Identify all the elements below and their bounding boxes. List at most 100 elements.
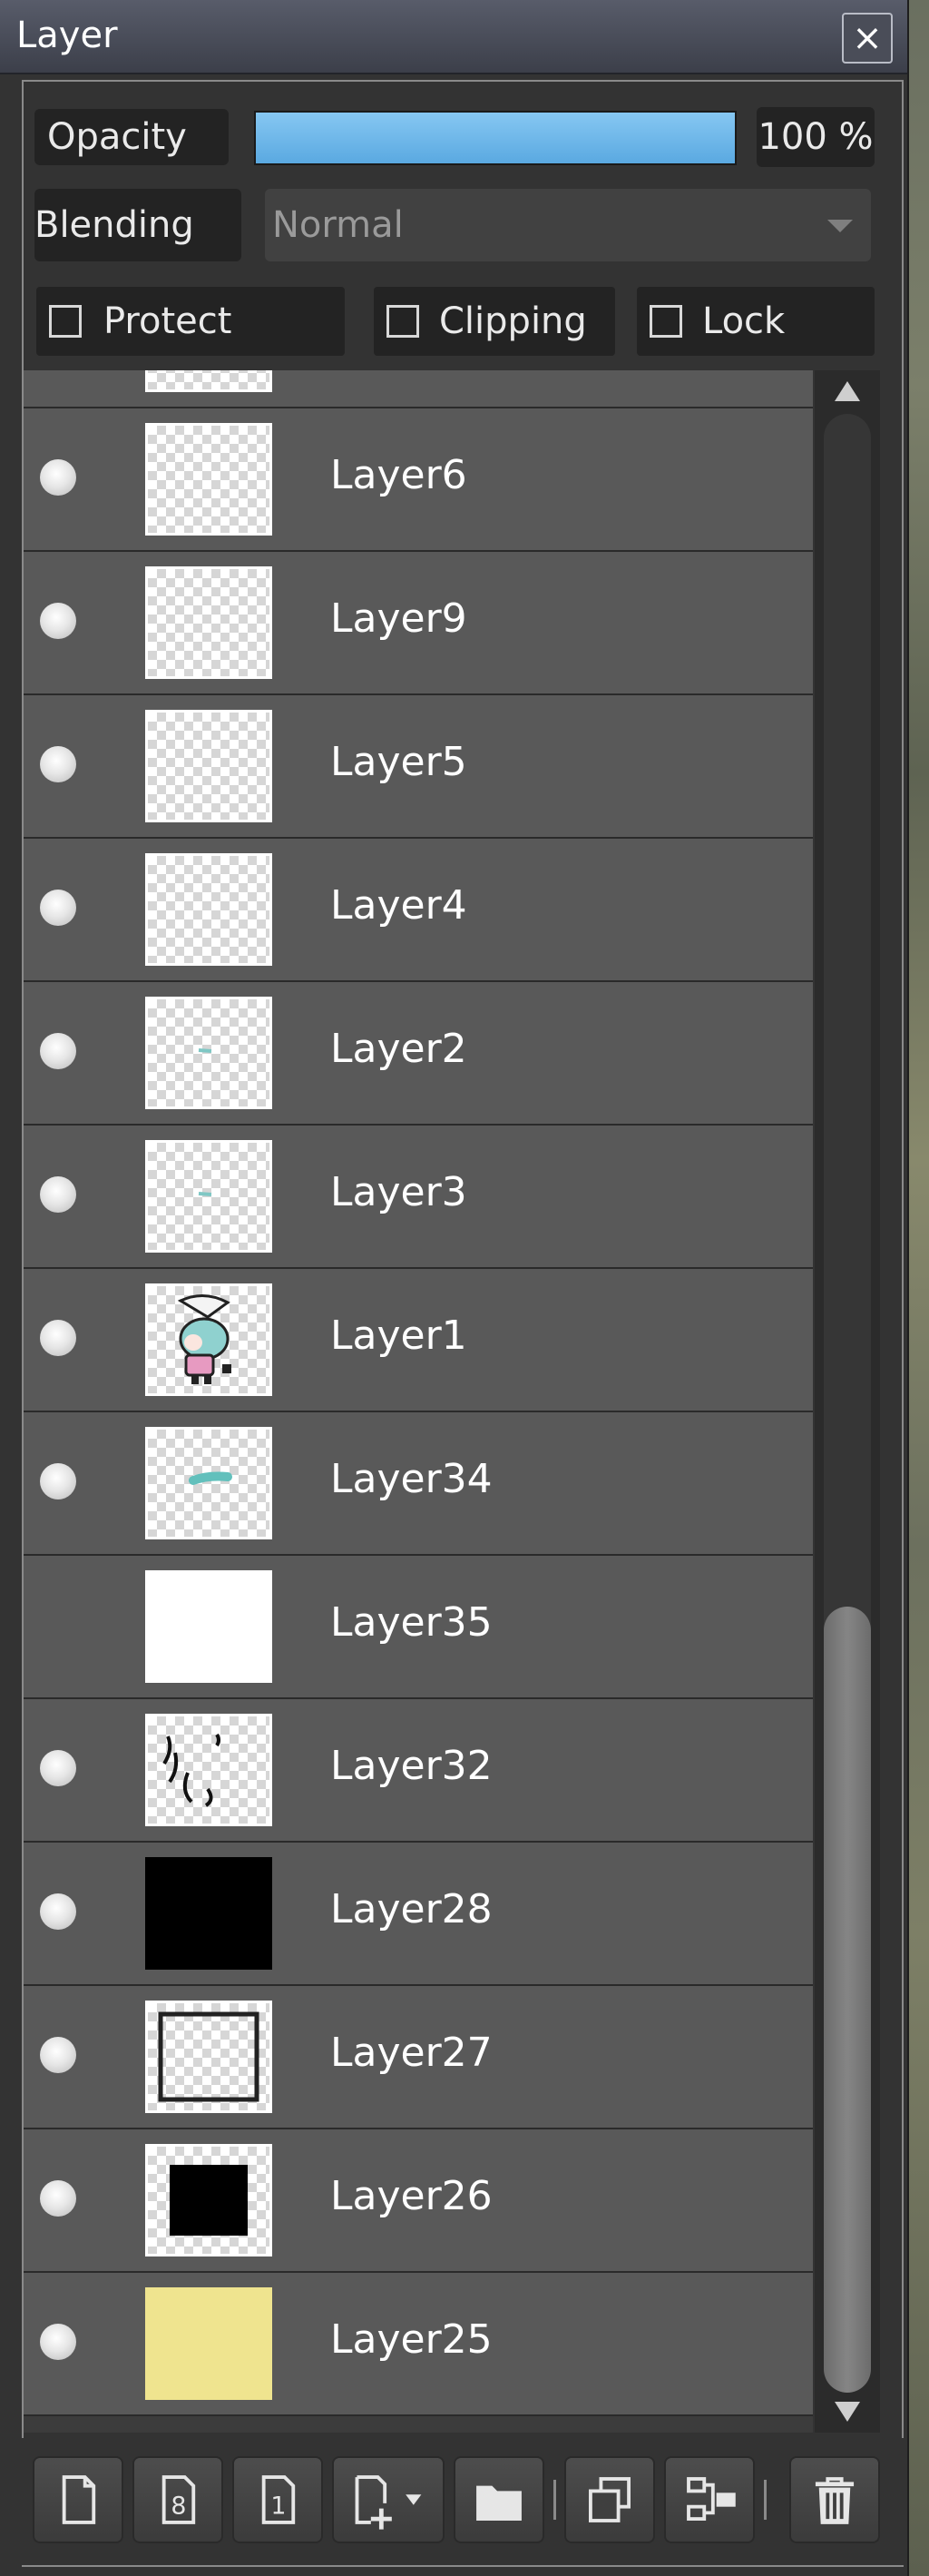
layer-name: Layer3 (330, 1169, 467, 1215)
visibility-toggle-icon[interactable] (40, 2037, 76, 2073)
duplicate-layer-icon (589, 2477, 631, 2522)
blending-mode-value: Normal (272, 204, 404, 246)
layer-thumbnail (145, 1140, 272, 1253)
layer-thumbnail (145, 2144, 272, 2256)
layer-name: Layer4 (330, 882, 467, 929)
layer-name: Layer1 (330, 1313, 467, 1359)
clipping-toggle[interactable]: Clipping (374, 287, 615, 356)
clipping-checkbox[interactable] (386, 305, 419, 338)
layer-name: Layer2 (330, 1026, 467, 1072)
layer-thumbnail (145, 2001, 272, 2113)
visibility-toggle-icon[interactable] (40, 746, 76, 782)
new-8bit-layer-icon: 8 (161, 2475, 196, 2524)
new-1bit-layer-icon: 1 (261, 2475, 296, 2524)
panel-title: Layer (16, 15, 118, 56)
layer-row[interactable]: Layer5 (24, 695, 813, 839)
trash-icon (815, 2477, 855, 2524)
layer-thumbnail (145, 423, 272, 536)
layer-list-scrollbar[interactable] (815, 370, 880, 2433)
layer-thumbnail (145, 1857, 272, 1970)
protect-alpha-toggle[interactable]: Protect Alpha (36, 287, 345, 411)
svg-text:1: 1 (270, 2492, 286, 2520)
new-layer-icon (62, 2475, 96, 2524)
new-8bit-layer-button[interactable]: 8 (132, 2456, 223, 2543)
visibility-toggle-icon[interactable] (40, 1750, 76, 1786)
visibility-toggle-icon[interactable] (40, 2180, 76, 2217)
lock-toggle[interactable]: Lock (637, 287, 875, 356)
layer-row[interactable]: Layer1 (24, 1269, 813, 1412)
svg-text:8: 8 (171, 2492, 186, 2520)
layer-thumbnail (145, 997, 272, 1109)
scroll-down-arrow-icon[interactable] (835, 2402, 860, 2422)
layer-list[interactable]: Layer6 Layer9 Layer5 Layer4 Layer2 Layer3 Laye… (24, 370, 813, 2433)
protect-alpha-checkbox[interactable] (49, 305, 82, 338)
blending-mode-select[interactable]: Normal (265, 189, 871, 261)
visibility-toggle-icon[interactable] (40, 2324, 76, 2360)
layer-name: Layer9 (330, 595, 467, 642)
visibility-toggle-icon[interactable] (40, 603, 76, 639)
layer-name: Layer26 (330, 2173, 493, 2219)
layer-thumbnail (145, 710, 272, 822)
new-layer-button[interactable] (33, 2456, 123, 2543)
add-layer-menu-button[interactable] (332, 2456, 445, 2543)
toolbar-separator (764, 2480, 767, 2520)
add-layer-menu-icon (355, 2475, 422, 2530)
duplicate-layer-button[interactable] (564, 2456, 655, 2543)
layer-row[interactable]: Layer25 (24, 2273, 813, 2416)
layer-name: Layer27 (330, 2030, 493, 2076)
layer-row[interactable]: Layer2 (24, 982, 813, 1126)
layer-thumbnail (145, 1427, 272, 1539)
layer-panel: Layer × Opacity 100 % Blending Normal Pr… (0, 0, 909, 2576)
background-canvas-strip (907, 0, 929, 2576)
layer-thumbnail (145, 2287, 272, 2400)
clipping-label: Clipping (439, 300, 587, 342)
new-1bit-layer-button[interactable]: 1 (232, 2456, 323, 2543)
layer-row[interactable]: Layer35 (24, 1556, 813, 1699)
layer-name: Layer6 (330, 452, 467, 498)
layer-thumbnail (145, 1570, 272, 1683)
layer-row[interactable]: Layer4 (24, 839, 813, 982)
toolbar-separator (553, 2480, 556, 2520)
chevron-down-icon (827, 220, 853, 232)
layer-row[interactable]: Layer28 (24, 1843, 813, 1986)
merge-down-button[interactable] (664, 2456, 755, 2543)
close-button[interactable]: × (842, 13, 893, 64)
visibility-toggle-icon[interactable] (40, 1176, 76, 1213)
visibility-toggle-icon[interactable] (40, 1033, 76, 1069)
layer-row[interactable]: Layer6 (24, 408, 813, 552)
folder-icon (476, 2485, 522, 2521)
visibility-toggle-icon[interactable] (40, 1463, 76, 1499)
lock-checkbox[interactable] (650, 305, 682, 338)
layer-name: Layer34 (330, 1456, 493, 1502)
opacity-slider-fill (256, 113, 735, 163)
new-folder-button[interactable] (454, 2456, 544, 2543)
layer-name: Layer35 (330, 1599, 493, 1646)
layer-thumbnail (145, 853, 272, 966)
layer-row[interactable]: Layer34 (24, 1412, 813, 1556)
opacity-label: Opacity (34, 109, 229, 165)
layer-name: Layer32 (330, 1743, 493, 1789)
blending-label: Blending (34, 189, 241, 261)
panel-titlebar[interactable]: Layer × (0, 0, 907, 74)
layer-name: Layer5 (330, 739, 467, 785)
visibility-toggle-icon[interactable] (40, 459, 76, 496)
layer-row[interactable]: Layer3 (24, 1126, 813, 1269)
visibility-toggle-icon[interactable] (40, 1893, 76, 1930)
layer-row[interactable]: Layer26 (24, 2129, 813, 2273)
layer-name: Layer28 (330, 1886, 493, 1932)
scroll-up-arrow-icon[interactable] (835, 381, 860, 401)
scrollbar-thumb[interactable] (824, 1607, 871, 2393)
layer-row-partial[interactable] (24, 370, 813, 408)
merge-down-icon (687, 2477, 736, 2521)
layer-row[interactable]: Layer32 (24, 1699, 813, 1843)
layer-row[interactable]: Layer27 (24, 1986, 813, 2129)
layer-thumbnail (145, 370, 272, 392)
visibility-toggle-icon[interactable] (40, 1320, 76, 1356)
visibility-toggle-icon[interactable] (40, 890, 76, 926)
opacity-value: 100 % (757, 107, 875, 167)
layer-row[interactable]: Layer9 (24, 552, 813, 695)
layer-toolbar: 8 1 (22, 2438, 904, 2565)
layer-name: Layer25 (330, 2316, 493, 2363)
opacity-slider[interactable] (254, 111, 737, 165)
delete-layer-button[interactable] (789, 2456, 880, 2543)
